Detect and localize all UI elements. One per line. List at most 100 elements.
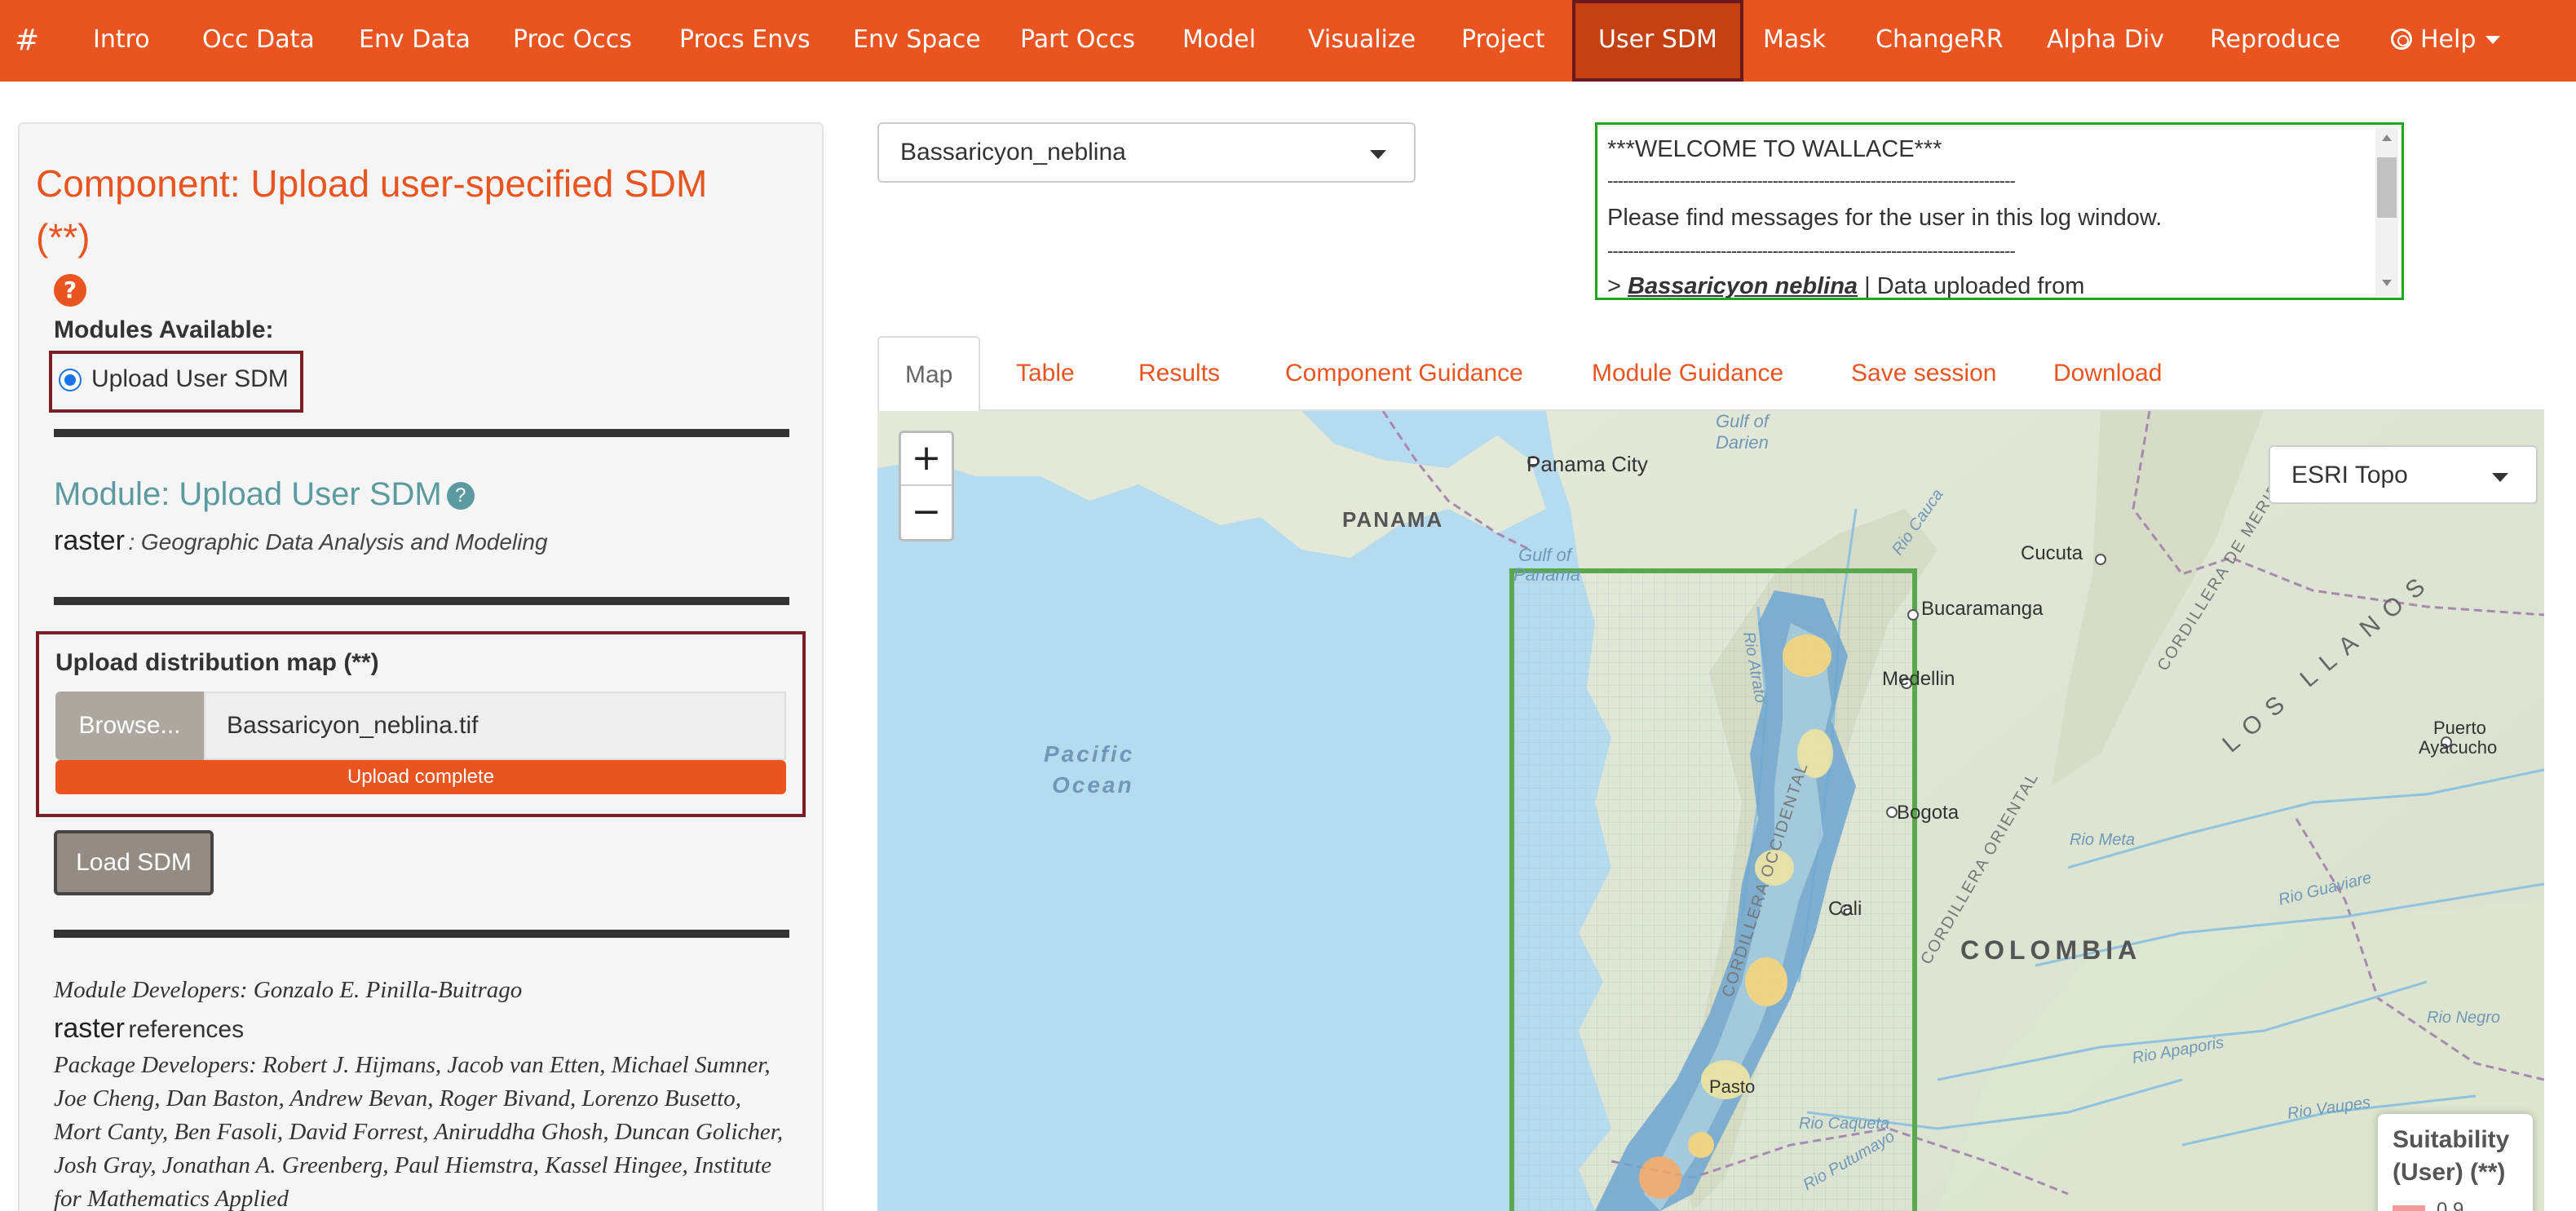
nav-item-env-data[interactable]: Env Data — [359, 0, 471, 82]
map-label: Ocean — [1052, 772, 1134, 798]
zoom-control: + − — [899, 431, 954, 541]
upload-label: Upload distribution map (**) — [55, 649, 379, 676]
nav-item-user-sdm[interactable]: User SDM — [1572, 0, 1743, 82]
load-sdm-button[interactable]: Load SDM — [54, 830, 214, 895]
nav-item-env-space[interactable]: Env Space — [853, 0, 981, 82]
references-package: raster — [54, 1013, 125, 1044]
city-marker — [2095, 554, 2106, 565]
nav-brand[interactable]: # — [15, 0, 39, 82]
legend-title-line: Suitability — [2393, 1126, 2510, 1153]
log-entry-prefix: > — [1607, 273, 1628, 299]
tab-map[interactable]: Map — [877, 336, 981, 411]
nav-item-mask[interactable]: Mask — [1763, 0, 1826, 82]
chevron-down-icon — [2485, 36, 2501, 44]
top-navbar: # Intro Occ Data Env Data Proc Occs Proc… — [0, 0, 2576, 82]
tab-module-guidance[interactable]: Module Guidance — [1592, 336, 1783, 411]
map-label: PANAMA — [1342, 507, 1443, 532]
nav-item-model[interactable]: Model — [1182, 0, 1256, 82]
scroll-down-arrow-icon[interactable] — [2382, 280, 2392, 286]
map-label: Puerto — [2433, 718, 2486, 738]
map-label: Gulf of — [1716, 411, 1771, 431]
map-basemap: Gulf of Darien Panama City PANAMA Gulf o… — [877, 411, 2544, 1211]
map-label: Bogota — [1897, 802, 1960, 824]
file-name-field[interactable]: Bassaricyon_neblina.tif — [204, 692, 786, 760]
divider — [54, 930, 789, 938]
map-label: Pacific — [1044, 741, 1134, 767]
upload-distribution-map: Upload distribution map (**) Browse... B… — [36, 631, 806, 817]
module-help-icon[interactable]: ? — [446, 482, 475, 510]
divider — [54, 429, 789, 437]
module-radio-label: Upload User SDM — [91, 365, 289, 392]
module-title-text: Module: Upload User SDM — [54, 476, 442, 512]
browse-button[interactable]: Browse... — [55, 692, 204, 760]
nav-item-changerr[interactable]: ChangeRR — [1876, 0, 2004, 82]
log-message: Please find messages for the user in thi… — [1607, 205, 2163, 231]
zoom-in-button[interactable]: + — [901, 433, 952, 486]
nav-item-help[interactable]: Help — [2391, 0, 2501, 82]
log-scrollbar-thumb[interactable] — [2377, 157, 2397, 218]
module-developers: Module Developers: Gonzalo E. Pinilla-Bu… — [54, 977, 523, 1003]
modules-available-label: Modules Available: — [54, 316, 274, 343]
nav-item-procs-envs[interactable]: Procs Envs — [679, 0, 811, 82]
nav-item-visualize[interactable]: Visualize — [1308, 0, 1416, 82]
package-description: : Geographic Data Analysis and Modeling — [128, 529, 548, 555]
help-label: Help — [2420, 25, 2477, 54]
map-label: Cali — [1828, 898, 1862, 920]
nav-item-reproduce[interactable]: Reproduce — [2210, 0, 2340, 82]
nav-item-occ-data[interactable]: Occ Data — [202, 0, 315, 82]
nav-item-alpha-div[interactable]: Alpha Div — [2047, 0, 2164, 82]
legend-swatch — [2393, 1205, 2425, 1211]
tab-table[interactable]: Table — [1016, 336, 1075, 411]
map-label: Rio Meta — [2070, 831, 2135, 849]
tab-results[interactable]: Results — [1138, 336, 1220, 411]
basemap-select-value: ESRI Topo — [2291, 462, 2408, 488]
species-select[interactable]: Bassaricyon_neblina — [877, 122, 1416, 183]
tab-component-guidance[interactable]: Component Guidance — [1285, 336, 1523, 411]
city-marker — [1886, 807, 1898, 818]
log-entry-species: Bassaricyon neblina — [1628, 273, 1858, 299]
tab-download[interactable]: Download — [2053, 336, 2162, 411]
package-name: raster — [54, 525, 125, 556]
map-label: Rio Negro — [2427, 1009, 2500, 1027]
map-label: Pasto — [1709, 1076, 1755, 1097]
map-label: Panama City — [1527, 452, 1648, 476]
log-welcome: ***WELCOME TO WALLACE*** — [1607, 136, 1942, 162]
chevron-down-icon — [2492, 473, 2508, 482]
zoom-out-button[interactable]: − — [901, 487, 952, 540]
log-divider: ----------------------------------------… — [1607, 170, 2016, 191]
divider — [54, 597, 789, 605]
lifebuoy-icon — [2391, 29, 2412, 50]
package-developers: Package Developers: Robert J. Hijmans, J… — [54, 1052, 784, 1211]
package-info: raster : Geographic Data Analysis and Mo… — [54, 525, 548, 557]
component-help-icon[interactable]: ? — [54, 274, 86, 307]
log-window[interactable]: ***WELCOME TO WALLACE*** ---------------… — [1595, 122, 2404, 300]
scroll-up-arrow-icon[interactable] — [2382, 135, 2392, 141]
leaflet-map[interactable]: Gulf of Darien Panama City PANAMA Gulf o… — [877, 411, 2544, 1211]
nav-item-proc-occs[interactable]: Proc Occs — [513, 0, 632, 82]
city-marker — [1907, 609, 1919, 621]
module-title: Module: Upload User SDM? — [54, 476, 475, 513]
nav-item-part-occs[interactable]: Part Occs — [1020, 0, 1135, 82]
tab-save-session[interactable]: Save session — [1851, 336, 1996, 411]
map-label: Panama — [1513, 564, 1580, 585]
map-label: Darien — [1716, 432, 1769, 453]
chevron-down-icon — [1370, 150, 1386, 159]
radio-button-selected[interactable] — [59, 369, 82, 391]
nav-item-project[interactable]: Project — [1461, 0, 1545, 82]
legend-title-line: (User) (**) — [2393, 1159, 2506, 1186]
component-title: Component: Upload user-specified SDM (**… — [36, 162, 708, 259]
map-label: Bucaramanga — [1921, 598, 2044, 620]
map-label: Medellin — [1882, 668, 1955, 690]
log-entry-text: | Data uploaded from — [1858, 273, 2085, 299]
map-label: Gulf of — [1518, 545, 1574, 565]
nav-item-intro[interactable]: Intro — [93, 0, 150, 82]
references-label: references — [128, 1016, 245, 1043]
module-radio-option[interactable]: Upload User SDM — [49, 351, 303, 413]
map-label: COLOMBIA — [1960, 935, 2141, 965]
upload-progress-bar: Upload complete — [55, 760, 786, 794]
map-legend: Suitability (User) (**) 0.9 — [2378, 1114, 2533, 1211]
map-label: Ayacucho — [2419, 737, 2497, 758]
basemap-select[interactable]: ESRI Topo — [2269, 445, 2538, 504]
log-divider: ----------------------------------------… — [1607, 241, 2016, 261]
legend-title: Suitability (User) (**) — [2393, 1124, 2509, 1189]
